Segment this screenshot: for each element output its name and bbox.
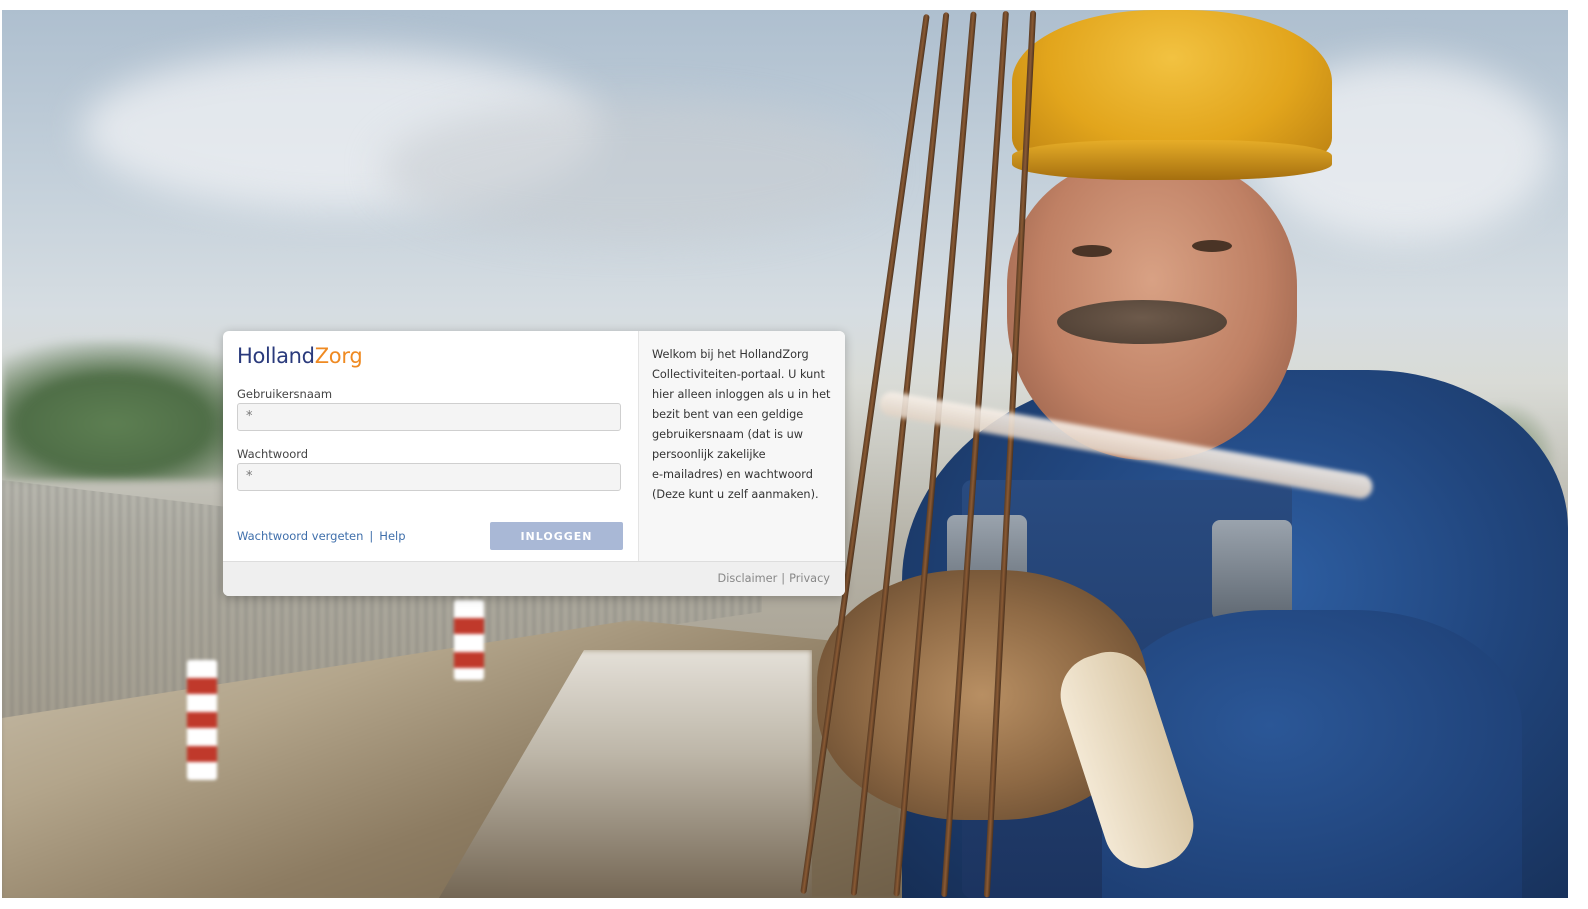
privacy-link[interactable]: Privacy [789,572,830,585]
footer-separator: | [781,572,786,585]
hollandzorg-logo: HollandZorg [237,344,363,368]
forgot-password-link[interactable]: Wachtwoord vergeten [237,529,363,543]
login-button[interactable]: INLOGGEN [490,522,623,550]
welcome-text: Welkom bij het HollandZorg Collectivitei… [652,348,831,501]
link-separator: | [369,529,374,543]
logo-text-holland: Holland [237,344,315,368]
login-form: HollandZorg Gebruikersnaam * Wachtwoord … [223,331,638,561]
help-link[interactable]: Help [379,529,405,543]
username-input[interactable]: * [237,403,621,431]
form-links: Wachtwoord vergeten | Help [237,529,406,543]
disclaimer-link[interactable]: Disclaimer [718,572,778,585]
username-label: Gebruikersnaam [237,387,333,401]
card-footer: Disclaimer | Privacy [223,561,845,596]
logo-text-zorg: Zorg [314,344,363,368]
welcome-panel: Welkom bij het HollandZorg Collectivitei… [638,331,845,561]
login-card: HollandZorg Gebruikersnaam * Wachtwoord … [223,331,845,596]
password-label: Wachtwoord [237,447,309,461]
password-input[interactable]: * [237,463,621,491]
footer-links: Disclaimer | Privacy [718,572,830,585]
